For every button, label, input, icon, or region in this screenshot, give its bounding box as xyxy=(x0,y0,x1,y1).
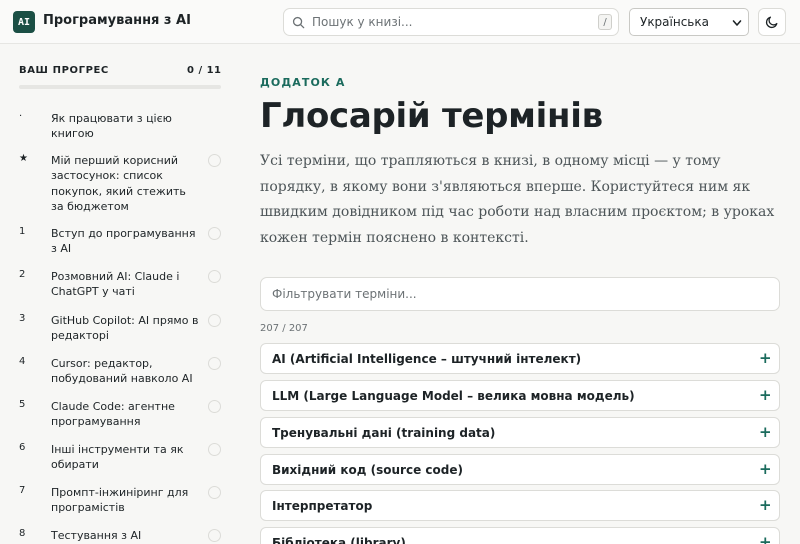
chapter-label: Claude Code: агентне програмування xyxy=(51,400,175,429)
chapter-number: 6 xyxy=(19,442,26,453)
glossary-term-item[interactable]: LLM (Large Language Model – велика мовна… xyxy=(260,380,780,411)
glossary-term-item[interactable]: Тренувальні дані (training data) + xyxy=(260,417,780,448)
chapter-label: Тестування з AI xyxy=(51,529,142,542)
app-logo[interactable]: AI xyxy=(13,11,35,33)
chapter-number: 7 xyxy=(19,485,26,496)
chapter-label: Як працювати з цією книгою xyxy=(51,112,172,141)
progress-label: ВАШ ПРОГРЕС xyxy=(19,65,109,76)
completion-circle-icon[interactable] xyxy=(208,529,221,542)
chevron-down-icon xyxy=(732,20,742,26)
expand-plus-icon[interactable]: + xyxy=(759,460,772,478)
search-shortcut-key: / xyxy=(598,14,612,30)
search-icon xyxy=(292,16,305,29)
chapter-label: Вступ до програмування з AI xyxy=(51,227,196,256)
appendix-label: ДОДАТОК А xyxy=(260,76,346,89)
search-placeholder: Пошук у книзі... xyxy=(312,15,413,29)
glossary-term-item[interactable]: Бібліотека (library) + xyxy=(260,527,780,544)
chapter-label: Cursor: редактор, побудований навколо AI xyxy=(51,357,193,386)
term-title: Тренувальні дані (training data) xyxy=(272,426,496,440)
chapter-label: Промпт-інжиніринг для програмістів xyxy=(51,486,189,515)
language-select[interactable]: Українська xyxy=(629,8,749,36)
filter-terms-input[interactable]: Фільтрувати терміни... xyxy=(260,277,780,311)
chapter-number: ★ xyxy=(19,153,28,164)
intro-text: Усі терміни, що трапляються в книзі, в о… xyxy=(260,153,775,246)
completion-circle-icon[interactable] xyxy=(208,227,221,240)
terms-count: 207 / 207 xyxy=(260,323,308,334)
term-title: Інтерпретатор xyxy=(272,499,373,513)
expand-plus-icon[interactable]: + xyxy=(759,533,772,544)
language-selected: Українська xyxy=(640,15,709,29)
sidebar: ВАШ ПРОГРЕС 0 / 11 · Як працювати з цією … xyxy=(0,44,240,544)
completion-circle-icon[interactable] xyxy=(208,443,221,456)
term-title: Вихідний код (source code) xyxy=(272,463,463,477)
expand-plus-icon[interactable]: + xyxy=(759,386,772,404)
top-bar: AI Програмування з AI Пошук у книзі... /… xyxy=(0,0,800,44)
expand-plus-icon[interactable]: + xyxy=(759,423,772,441)
glossary-term-item[interactable]: Інтерпретатор + xyxy=(260,490,780,521)
progress-count: 0 / 11 xyxy=(187,65,222,76)
chapter-number: 5 xyxy=(19,399,26,410)
glossary-term-item[interactable]: Вихідний код (source code) + xyxy=(260,454,780,485)
chapter-number: 8 xyxy=(19,528,26,539)
term-title: AI (Artificial Intelligence – штучний ін… xyxy=(272,352,582,366)
chapter-label: GitHub Copilot: AI прямо в редакторі xyxy=(51,314,199,343)
chapter-number: 2 xyxy=(19,269,26,280)
term-title: LLM (Large Language Model – велика мовна… xyxy=(272,389,635,403)
theme-toggle-button[interactable] xyxy=(758,8,786,36)
expand-plus-icon[interactable]: + xyxy=(759,496,772,514)
chapter-number: 4 xyxy=(19,356,26,367)
completion-circle-icon[interactable] xyxy=(208,314,221,327)
search-input[interactable]: Пошук у книзі... / xyxy=(283,8,619,36)
completion-circle-icon[interactable] xyxy=(208,400,221,413)
completion-circle-icon[interactable] xyxy=(208,154,221,167)
chapter-label: Інші інструменти та як обирати xyxy=(51,443,184,472)
app-title[interactable]: Програмування з AI xyxy=(43,13,191,28)
progress-bar xyxy=(19,85,221,89)
completion-circle-icon[interactable] xyxy=(208,270,221,283)
completion-circle-icon[interactable] xyxy=(208,357,221,370)
chapter-number: 1 xyxy=(19,226,26,237)
term-title: Бібліотека (library) xyxy=(272,536,406,544)
expand-plus-icon[interactable]: + xyxy=(759,349,772,367)
glossary-term-item[interactable]: AI (Artificial Intelligence – штучний ін… xyxy=(260,343,780,374)
chapter-number: 3 xyxy=(19,313,26,324)
page-title: Глосарій термінів xyxy=(260,96,603,136)
moon-icon xyxy=(765,16,778,29)
filter-placeholder: Фільтрувати терміни... xyxy=(272,287,417,301)
chapter-label: Розмовний AI: Claude і ChatGPT у чаті xyxy=(51,270,180,299)
chapter-number: · xyxy=(19,111,23,122)
completion-circle-icon[interactable] xyxy=(208,486,221,499)
chapter-label: Мій перший корисний застосунок: список п… xyxy=(51,154,186,214)
